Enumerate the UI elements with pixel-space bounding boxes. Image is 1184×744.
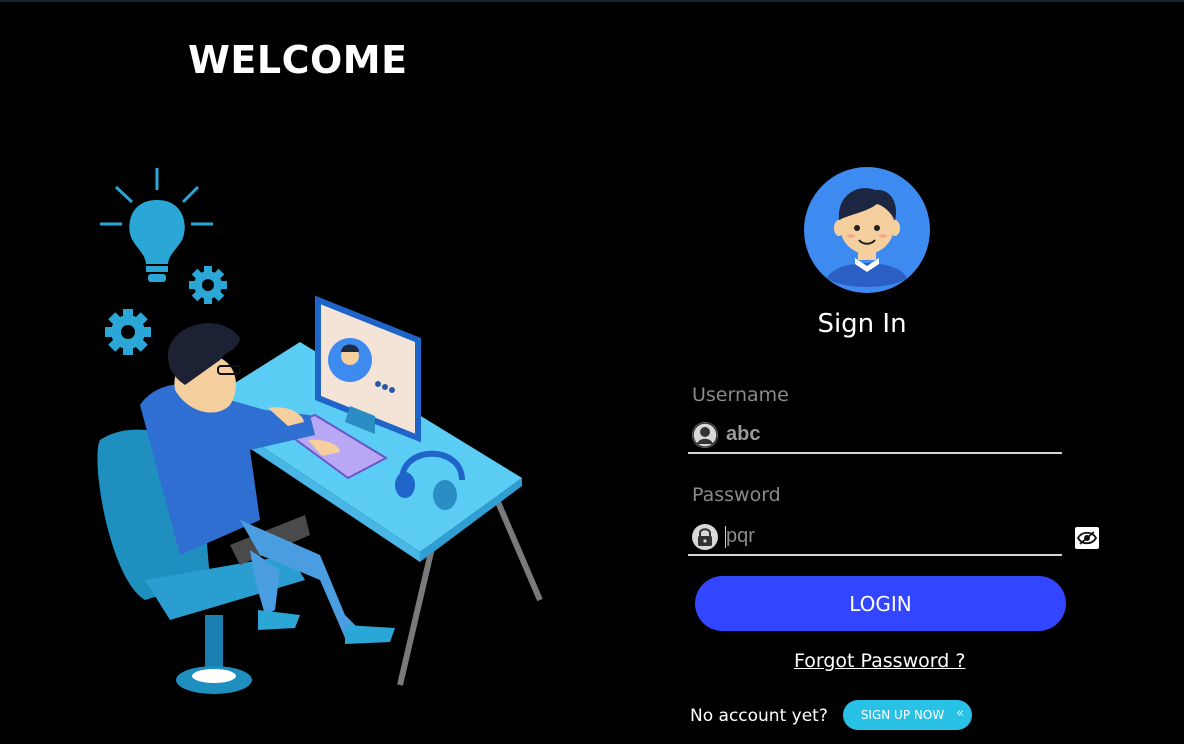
gear-icon (105, 309, 151, 355)
signup-label: SIGN UP NOW (860, 708, 945, 722)
user-icon (692, 422, 718, 448)
eye-slash-icon[interactable] (1075, 527, 1099, 549)
lock-icon (692, 524, 718, 550)
window-top-border (0, 0, 1184, 2)
signup-button[interactable]: SIGN UP NOW « (843, 700, 972, 730)
password-label: Password (692, 484, 781, 506)
forgot-password-link[interactable]: Forgot Password ? (794, 650, 965, 672)
desk-illustration (97, 168, 543, 694)
no-account-text: No account yet? (690, 706, 828, 726)
login-button[interactable]: LOGIN (695, 576, 1066, 631)
signin-title: Sign In (817, 309, 907, 339)
user-avatar (804, 167, 930, 293)
lightbulb-icon (100, 168, 213, 282)
double-chevron-icon: « (956, 706, 964, 721)
password-field-row (688, 518, 1062, 556)
username-input[interactable] (726, 420, 1046, 448)
username-label: Username (692, 384, 789, 406)
gear-icon (189, 266, 227, 304)
welcome-heading: WELCOME (188, 38, 408, 82)
username-field-row (688, 416, 1062, 454)
password-input[interactable] (726, 522, 1046, 550)
